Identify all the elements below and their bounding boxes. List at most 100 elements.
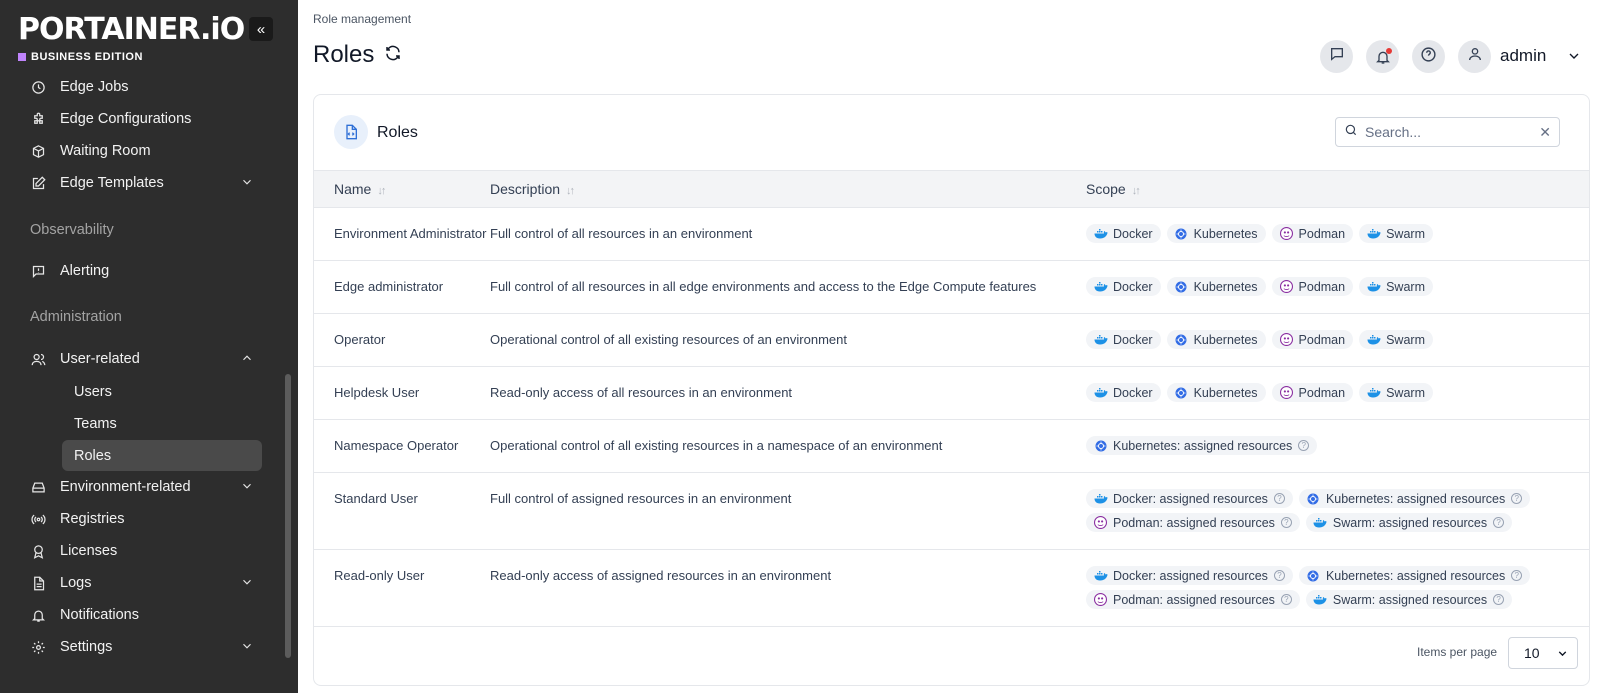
scope-badge: Podman: assigned resources? [1086,513,1300,532]
users-icon [30,351,46,367]
sidebar-item-edge-templates[interactable]: Edge Templates [30,169,262,197]
sidebar-item-waiting-room[interactable]: Waiting Room [30,137,262,165]
close-icon[interactable]: ✕ [1539,124,1551,141]
feedback-button[interactable] [1320,40,1353,73]
help-circle-icon[interactable]: ? [1511,493,1523,504]
sidebar-item-edge-configurations[interactable]: Edge Configurations [30,105,262,133]
scope-badge: Podman [1271,383,1354,402]
role-name: Standard User [334,491,418,506]
scope-badge-label: Kubernetes [1193,385,1258,400]
chevron-down-icon[interactable] [1566,48,1582,69]
sidebar-item-label: Settings [60,639,113,655]
help-circle-icon[interactable]: ? [1493,594,1505,605]
user-avatar[interactable] [1458,40,1491,73]
refresh-icon[interactable] [384,41,402,69]
page-title: Roles [313,41,402,69]
role-description: Operational control of all existing reso… [490,438,943,453]
kubernetes-icon [1306,570,1321,582]
scope-badge-label: Podman [1298,279,1346,294]
docker-icon [1093,570,1108,582]
section-administration: Administration [30,309,122,325]
search-input[interactable] [1365,124,1540,140]
settings-icon [30,639,46,655]
sidebar-item-alerting[interactable]: Alerting [30,257,262,285]
sidebar-item-environment-related[interactable]: Environment-related [30,473,262,501]
scope-badge-label: Docker [1113,279,1153,294]
user-name[interactable]: admin [1500,46,1546,66]
scope-badge-label: Docker [1113,332,1153,347]
roles-table: Name ↓↑ Description ↓↑ Scope ↓↑ Environment… [314,170,1589,627]
search-field[interactable]: ✕ [1335,117,1560,147]
docker-icon [1093,334,1108,346]
table-row[interactable]: Edge administrator Full control of all re… [314,261,1589,314]
breadcrumb[interactable]: Role management [313,12,411,26]
sidebar-subitem-teams[interactable]: Teams [62,408,262,439]
help-circle-icon[interactable]: ? [1280,594,1292,605]
search-icon [1344,123,1358,142]
scope-badge: Docker [1086,224,1161,243]
puzzle-icon [30,111,46,127]
radio-icon [30,511,46,527]
table-row[interactable]: Operator Operational control of all exist… [314,314,1589,367]
box-icon [30,143,46,159]
sidebar-subitem-users[interactable]: Users [62,376,262,407]
column-header-description[interactable]: Description ↓↑ [490,171,1086,208]
sidebar-item-label: Waiting Room [60,143,151,159]
help-circle-icon[interactable]: ? [1493,517,1505,528]
sidebar-item-registries[interactable]: Registries [30,505,262,533]
sidebar-subitem-roles[interactable]: Roles [62,440,262,471]
table-row[interactable]: Helpdesk User Read-only access of all res… [314,367,1589,420]
help-circle-icon[interactable]: ? [1511,570,1523,581]
podman-icon [1279,227,1294,240]
role-scope: Docker: assigned resources? Kubernetes: a… [1086,473,1589,550]
role-scope: Docker Kubernetes Podman Swarm [1086,367,1589,420]
help-circle-icon[interactable]: ? [1273,493,1285,504]
scope-badge: Swarm [1359,224,1433,243]
table-row[interactable]: Read-only User Read-only access of assign… [314,550,1589,627]
scope-badge: Kubernetes: assigned resources? [1298,489,1531,508]
scope-badge: Kubernetes: assigned resources? [1086,436,1318,455]
sidebar-item-user-related[interactable]: User-related [30,345,262,373]
table-row[interactable]: Namespace Operator Operational control of… [314,420,1589,473]
role-name: Operator [334,332,386,347]
column-label: Description [490,181,561,197]
sidebar-item-settings[interactable]: Settings [30,633,262,661]
notifications-button[interactable] [1366,40,1399,73]
scope-badge-label: Kubernetes: assigned resources [1113,438,1293,453]
role-scope: Docker Kubernetes Podman Swarm [1086,261,1589,314]
column-header-name[interactable]: Name ↓↑ [314,171,490,208]
docker-icon [1366,228,1381,240]
podman-icon [1279,280,1294,293]
sidebar-item-edge-jobs[interactable]: Edge Jobs [30,73,262,101]
table-row[interactable]: Environment Administrator Full control of… [314,208,1589,261]
scope-badge: Kubernetes [1166,224,1266,243]
help-circle-icon[interactable]: ? [1280,517,1292,528]
column-header-scope[interactable]: Scope ↓↑ [1086,171,1589,208]
scope-badge-label: Kubernetes [1193,226,1258,241]
scope-badge: Swarm: assigned resources? [1305,513,1513,532]
table-row[interactable]: Standard User Full control of assigned re… [314,473,1589,550]
sidebar-item-logs[interactable]: Logs [30,569,262,597]
sidebar-item-licenses[interactable]: Licenses [30,537,262,565]
collapse-sidebar-button[interactable]: « [249,17,273,41]
sidebar-item-label: Notifications [60,607,139,623]
sidebar-item-notifications[interactable]: Notifications [30,601,262,629]
scope-badge: Swarm [1359,277,1433,296]
items-per-page-select[interactable]: 10 [1508,637,1578,669]
sort-icon: ↓↑ [1131,185,1141,197]
help-button[interactable] [1412,40,1445,73]
scope-badge: Podman [1271,330,1354,349]
role-name: Helpdesk User [334,385,420,400]
scope-badge: Docker: assigned resources? [1086,566,1293,585]
role-description: Read-only access of all resources in an … [490,385,793,400]
role-description: Full control of all resources in all edg… [490,279,1037,294]
help-circle-icon[interactable]: ? [1273,570,1285,581]
sidebar-scrollbar[interactable] [285,374,291,658]
sidebar-item-label: Edge Configurations [60,111,192,127]
clock-icon [30,79,46,95]
podman-icon [1279,333,1294,346]
kubernetes-icon [1306,493,1321,505]
portainer-logo: PORTAINER.iO [18,12,245,47]
chevron-down-icon [1556,647,1569,663]
help-circle-icon[interactable]: ? [1298,440,1310,451]
